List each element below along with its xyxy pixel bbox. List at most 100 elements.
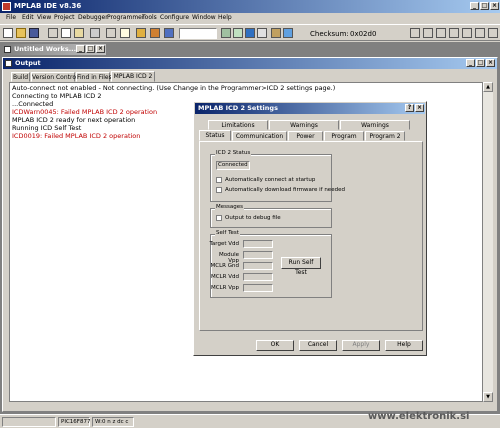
maximize-button[interactable]: □: [480, 2, 489, 10]
tab-build[interactable]: Build: [11, 72, 30, 82]
menu-tools[interactable]: Tools: [142, 14, 157, 21]
read-icon[interactable]: [233, 28, 243, 38]
connect-icon[interactable]: [283, 28, 293, 38]
watermark: www.elektronik.si: [368, 411, 470, 422]
auto-download-checkbox[interactable]: [216, 187, 222, 193]
menu-edit[interactable]: Edit: [22, 14, 34, 21]
output-line: Connecting to MPLAB ICD 2: [12, 92, 102, 100]
workspace-close-button[interactable]: ×: [96, 45, 105, 53]
tab-status[interactable]: Status: [199, 130, 231, 141]
debug-run-icon[interactable]: [410, 28, 420, 38]
mclr-vpp-label: MCLR Vpp: [211, 285, 239, 291]
menu-project[interactable]: Project: [54, 14, 75, 21]
copy-icon[interactable]: [61, 28, 71, 38]
status-bar: PIC16F877 W:0 n z dc c www.elektronik.si: [0, 411, 500, 428]
dialog-help-button[interactable]: ?: [405, 104, 414, 112]
workspace-maximize-button[interactable]: □: [86, 45, 95, 53]
debug-step-out-icon[interactable]: [462, 28, 472, 38]
verify-icon[interactable]: [245, 28, 255, 38]
mclr-vdd-value: [243, 273, 273, 281]
dialog-close-button[interactable]: ×: [415, 104, 424, 112]
debug-step-into-icon[interactable]: [436, 28, 446, 38]
tab-power[interactable]: Power: [288, 131, 323, 141]
output-title: Output: [15, 59, 41, 67]
program-icon[interactable]: [221, 28, 231, 38]
build-all-icon[interactable]: [150, 28, 160, 38]
tab-mplab-icd2[interactable]: MPLAB ICD 2: [111, 71, 155, 82]
debug-file-checkbox[interactable]: [216, 215, 222, 221]
mclr-vdd-label: MCLR Vdd: [211, 274, 239, 280]
close-button[interactable]: ×: [490, 2, 499, 10]
minimize-button[interactable]: _: [470, 2, 479, 10]
run-self-test-button[interactable]: Run Self Test: [281, 257, 321, 276]
scroll-down-arrow-icon[interactable]: ▼: [483, 392, 493, 402]
debug-halt-icon[interactable]: [423, 28, 433, 38]
reset-icon[interactable]: [271, 28, 281, 38]
messages-group: Messages Output to debug file: [210, 204, 332, 228]
open-folder-icon[interactable]: [16, 28, 26, 38]
output-maximize-button[interactable]: □: [476, 59, 485, 67]
cut-icon[interactable]: [48, 28, 58, 38]
status-group-label: ICD 2 Status: [215, 150, 252, 156]
auto-connect-checkbox[interactable]: [216, 177, 222, 183]
tab-version-control[interactable]: Version Control: [31, 72, 78, 82]
build-icon[interactable]: [136, 28, 146, 38]
apply-button[interactable]: Apply: [342, 340, 380, 351]
menu-help[interactable]: Help: [218, 14, 232, 21]
auto-connect-label: Automatically connect at startup: [225, 177, 316, 183]
menu-programmer[interactable]: Programmer: [107, 14, 144, 21]
workspace-titlebar[interactable]: Untitled Works... _ □ ×: [2, 44, 106, 55]
menu-configure[interactable]: Configure: [160, 14, 189, 21]
menu-bar: File Edit View Project Debugger Programm…: [0, 13, 500, 23]
cancel-button[interactable]: Cancel: [299, 340, 337, 351]
paste-icon[interactable]: [74, 28, 84, 38]
selftest-group-label: Self Test: [215, 230, 240, 236]
ok-button[interactable]: OK: [256, 340, 294, 351]
save-icon[interactable]: [29, 28, 39, 38]
output-titlebar[interactable]: Output _ □ ×: [3, 58, 497, 69]
output-line: ICD0019: Failed MPLAB ICD 2 operation: [12, 132, 141, 140]
mclr-vpp-value: [243, 284, 273, 292]
new-file-icon[interactable]: [3, 28, 13, 38]
config-dropdown[interactable]: [179, 28, 217, 39]
mclr-gnd-value: [243, 262, 273, 270]
menu-window[interactable]: Window: [192, 14, 216, 21]
messages-group-label: Messages: [215, 204, 244, 210]
print-icon[interactable]: [90, 28, 100, 38]
help-button[interactable]: Help: [385, 340, 423, 351]
mdi-area: Untitled Works... _ □ × Output _ □ × Bui…: [0, 42, 500, 414]
menu-file[interactable]: File: [6, 14, 16, 21]
status-value: Connected: [218, 162, 248, 168]
tab-program[interactable]: Program: [324, 131, 364, 141]
output-line: Auto-connect not enabled - Not connectin…: [12, 84, 336, 92]
tab-program-2[interactable]: Program 2: [365, 131, 405, 141]
debug-breakpoint-icon[interactable]: [488, 28, 498, 38]
debug-reset-icon[interactable]: [475, 28, 485, 38]
target-icon[interactable]: [164, 28, 174, 38]
find-icon[interactable]: [106, 28, 116, 38]
dialog-titlebar[interactable]: MPLAB ICD 2 Settings ? ×: [195, 103, 425, 114]
output-minimize-button[interactable]: _: [466, 59, 475, 67]
output-scrollbar[interactable]: ▲ ▼: [483, 82, 493, 402]
tab-warnings[interactable]: Warnings: [269, 120, 339, 130]
debug-step-over-icon[interactable]: [449, 28, 459, 38]
erase-icon[interactable]: [257, 28, 267, 38]
tab-find-in-files[interactable]: Find in Files: [76, 72, 112, 82]
tab-warnings-2[interactable]: Warnings: [340, 120, 410, 130]
output-line: ICDWarn0045: Failed MPLAB ICD 2 operatio…: [12, 108, 158, 116]
help-icon[interactable]: [120, 28, 130, 38]
dialog-title: MPLAB ICD 2 Settings: [198, 104, 278, 112]
output-line: Running ICD Self Test: [12, 124, 82, 132]
workspace-minimize-button[interactable]: _: [76, 45, 85, 53]
menu-view[interactable]: View: [37, 14, 51, 21]
app-titlebar: MPLAB IDE v8.36 _ □ ×: [0, 0, 500, 13]
debug-file-label: Output to debug file: [225, 215, 281, 221]
module-vpp-value: [243, 251, 273, 259]
tab-communication[interactable]: Communication: [232, 131, 287, 141]
output-close-button[interactable]: ×: [486, 59, 495, 67]
menu-debugger[interactable]: Debugger: [78, 14, 108, 21]
target-vdd-value: [243, 240, 273, 248]
scroll-up-arrow-icon[interactable]: ▲: [483, 82, 493, 92]
status-pane-flags: W:0 n z dc c: [92, 417, 134, 427]
tab-limitations[interactable]: Limitations: [208, 120, 268, 130]
